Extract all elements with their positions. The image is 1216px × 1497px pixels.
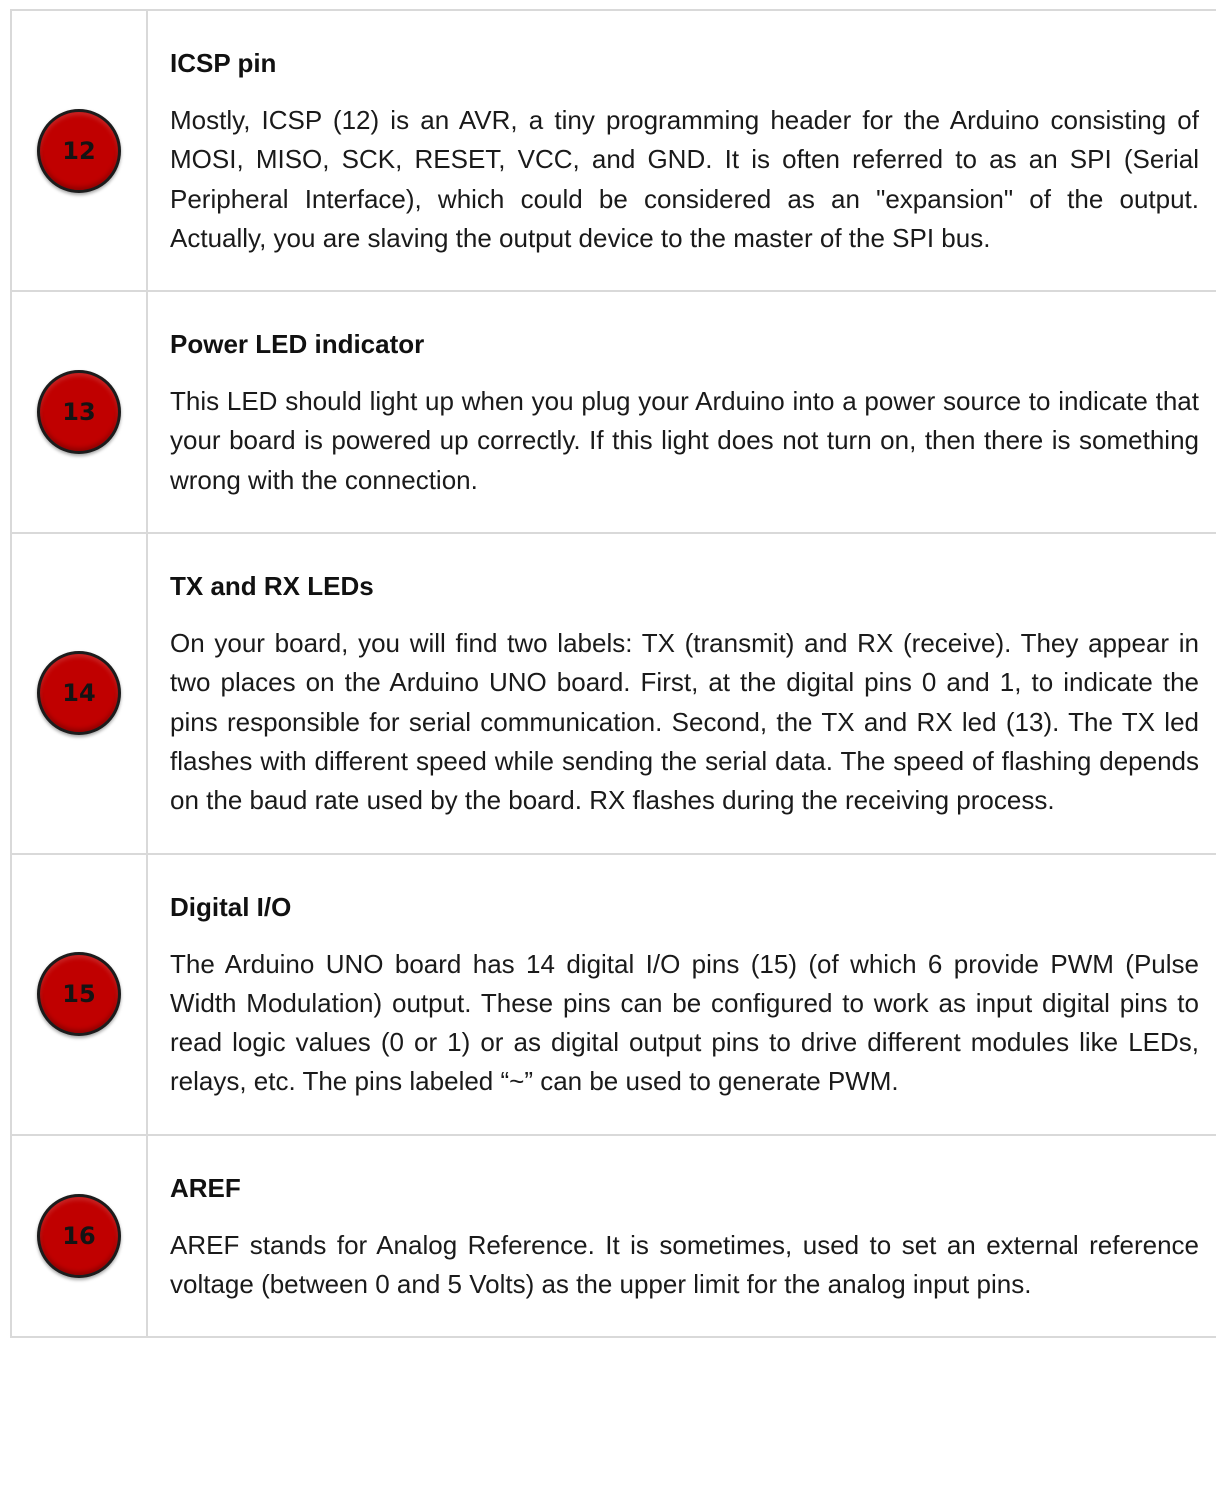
badge-number: 13 [62, 398, 96, 427]
number-badge: 14 [37, 651, 121, 736]
badge-number: 12 [62, 136, 96, 165]
table-row: 15 Digital I/O The Arduino UNO board has… [10, 854, 1216, 1136]
row-description: On your board, you will find two labels:… [170, 628, 1199, 816]
number-cell: 13 [10, 292, 148, 533]
badge-number: 16 [62, 1222, 96, 1251]
row-title: AREF [170, 1172, 241, 1203]
row-title: ICSP pin [170, 48, 277, 78]
description-cell: ICSP pin Mostly, ICSP (12) is an AVR, a … [148, 11, 1216, 290]
number-cell: 14 [10, 534, 148, 853]
row-description: This LED should light up when you plug y… [170, 386, 1199, 495]
number-cell: 16 [10, 1135, 148, 1337]
badge-number: 14 [62, 679, 96, 708]
table-row: 12 ICSP pin Mostly, ICSP (12) is an AVR,… [10, 11, 1216, 293]
row-title: Digital I/O [170, 891, 292, 922]
badge-number: 15 [62, 980, 96, 1009]
description-cell: TX and RX LEDs On your board, you will f… [148, 534, 1216, 852]
table-row: 14 TX and RX LEDs On your board, you wil… [10, 534, 1216, 855]
number-cell: 12 [10, 11, 148, 291]
component-table: 12 ICSP pin Mostly, ICSP (12) is an AVR,… [10, 9, 1216, 1339]
row-description: Mostly, ICSP (12) is an AVR, a tiny prog… [170, 105, 1199, 253]
description-cell: AREF AREF stands for Analog Reference. I… [148, 1136, 1216, 1337]
row-description: AREF stands for Analog Reference. It is … [170, 1229, 1199, 1300]
number-badge: 13 [37, 370, 121, 455]
table-row: 13 Power LED indicator This LED should l… [10, 292, 1216, 535]
row-title: Power LED indicator [170, 329, 425, 360]
description-cell: Power LED indicator This LED should ligh… [148, 292, 1216, 532]
number-badge: 12 [37, 108, 121, 193]
table-row: 16 AREF AREF stands for Analog Reference… [10, 1135, 1216, 1339]
description-cell: Digital I/O The Arduino UNO board has 14… [148, 855, 1216, 1134]
number-cell: 15 [10, 854, 148, 1134]
number-badge: 15 [37, 952, 121, 1037]
number-badge: 16 [37, 1194, 121, 1279]
row-description: The Arduino UNO board has 14 digital I/O… [170, 948, 1199, 1097]
row-title: TX and RX LEDs [170, 571, 374, 602]
